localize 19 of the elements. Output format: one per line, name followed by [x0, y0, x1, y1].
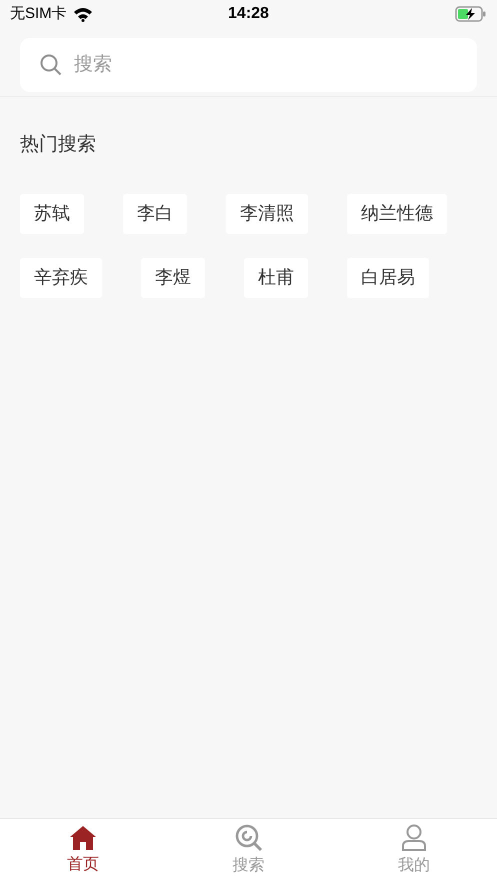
search-tag[interactable]: 李煜 [141, 258, 205, 298]
search-tag[interactable]: 辛弃疾 [20, 258, 102, 298]
search-icon [234, 824, 262, 852]
clock-text: 14:28 [228, 4, 269, 24]
search-tag[interactable]: 李清照 [226, 194, 308, 234]
search-field[interactable]: 搜索 [20, 38, 477, 92]
search-tag[interactable]: 白居易 [347, 258, 429, 298]
person-icon [401, 824, 428, 852]
battery-icon [454, 6, 487, 22]
search-tag[interactable]: 李白 [123, 194, 187, 234]
search-tag[interactable]: 纳兰性德 [347, 194, 447, 234]
search-icon [40, 54, 62, 76]
wifi-icon [72, 6, 93, 22]
section-title: 热门搜索 [20, 133, 97, 157]
search-tag[interactable]: 杜甫 [244, 258, 308, 298]
home-icon [68, 825, 97, 851]
search-tag[interactable]: 苏轼 [20, 194, 84, 234]
tab-bar-item[interactable]: 首页 [0, 819, 166, 883]
carrier-text: 无SIM卡 [10, 4, 67, 24]
